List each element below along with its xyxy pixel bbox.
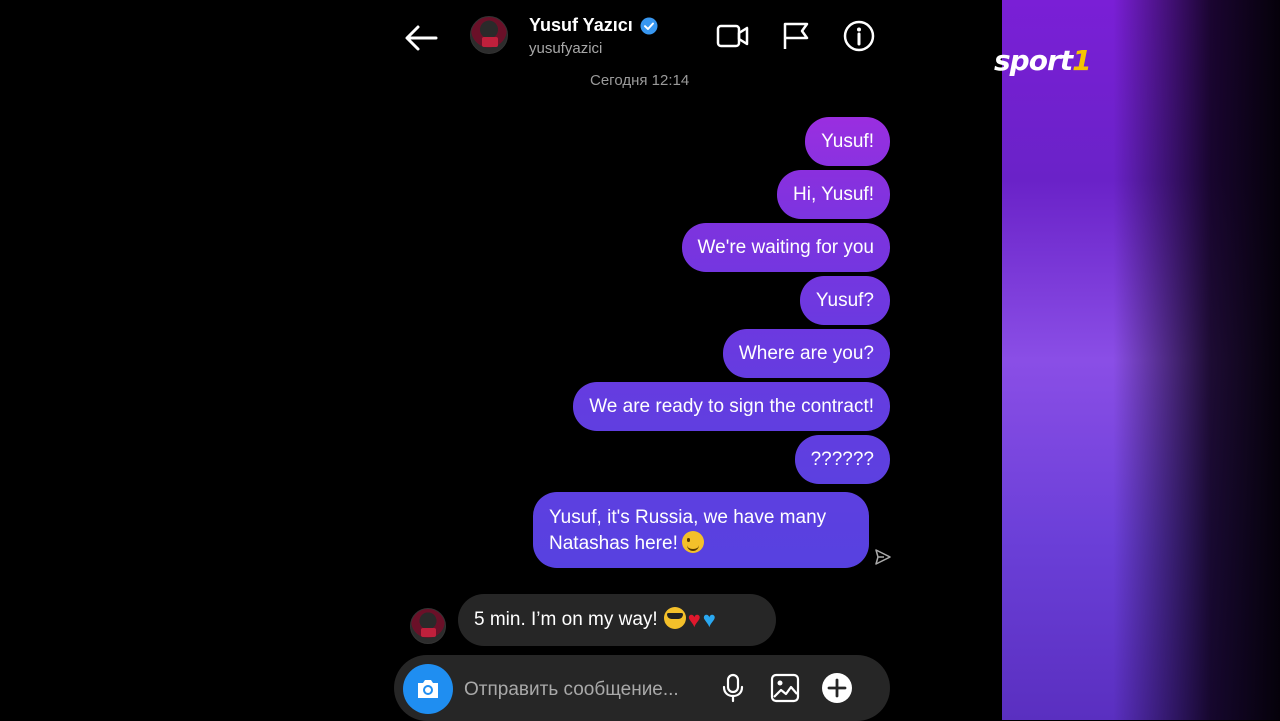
back-button[interactable] <box>403 22 439 54</box>
blue-heart-icon: ♥ <box>702 607 716 632</box>
outgoing-message[interactable]: We're waiting for you <box>681 223 890 272</box>
verified-badge-icon <box>640 17 658 35</box>
outgoing-message[interactable]: Yusuf? <box>799 276 890 325</box>
report-button[interactable] <box>780 19 814 53</box>
arrow-left-icon <box>405 25 438 51</box>
sender-avatar[interactable] <box>410 608 446 644</box>
more-options-button[interactable] <box>821 672 853 704</box>
contact-name[interactable]: Yusuf Yazıcı <box>529 15 633 36</box>
incoming-message[interactable]: 5 min. I’m on my way! ♥♥ <box>458 594 776 646</box>
video-camera-icon <box>716 24 749 48</box>
image-icon <box>770 673 800 703</box>
outgoing-message[interactable]: We are ready to sign the contract! <box>573 382 890 431</box>
message-input[interactable] <box>462 672 716 708</box>
wink-emoji-icon <box>681 531 704 553</box>
camera-button[interactable] <box>403 664 453 714</box>
info-button[interactable] <box>842 19 876 53</box>
contact-handle: yusufyazici <box>529 40 603 57</box>
sent-icon <box>875 549 891 565</box>
gallery-button[interactable] <box>769 672 801 704</box>
message-line: Yusuf, it's Russia, we have many <box>549 507 827 528</box>
outgoing-message[interactable]: Where are you? <box>722 329 890 378</box>
sport1-logo: sport1 <box>994 44 1092 77</box>
outgoing-message[interactable]: Yusuf, it's Russia, we have many Natasha… <box>533 492 869 568</box>
info-icon <box>843 20 875 52</box>
avatar[interactable] <box>470 16 508 54</box>
red-heart-icon: ♥ <box>687 607 701 632</box>
microphone-icon <box>722 673 744 703</box>
outgoing-message[interactable]: Hi, Yusuf! <box>777 170 890 219</box>
cool-emoji-icon <box>663 607 686 629</box>
voice-message-button[interactable] <box>717 672 749 704</box>
camera-icon <box>418 680 438 698</box>
outgoing-message[interactable]: ?????? <box>794 435 890 484</box>
flag-icon <box>783 22 809 49</box>
message-line: Natashas here! <box>549 533 678 554</box>
background-panel <box>1002 0 1280 720</box>
video-call-button[interactable] <box>716 19 750 53</box>
plus-circle-icon <box>822 673 852 703</box>
message-text: 5 min. I’m on my way! <box>474 609 658 630</box>
outgoing-message[interactable]: Yusuf! <box>805 117 890 166</box>
